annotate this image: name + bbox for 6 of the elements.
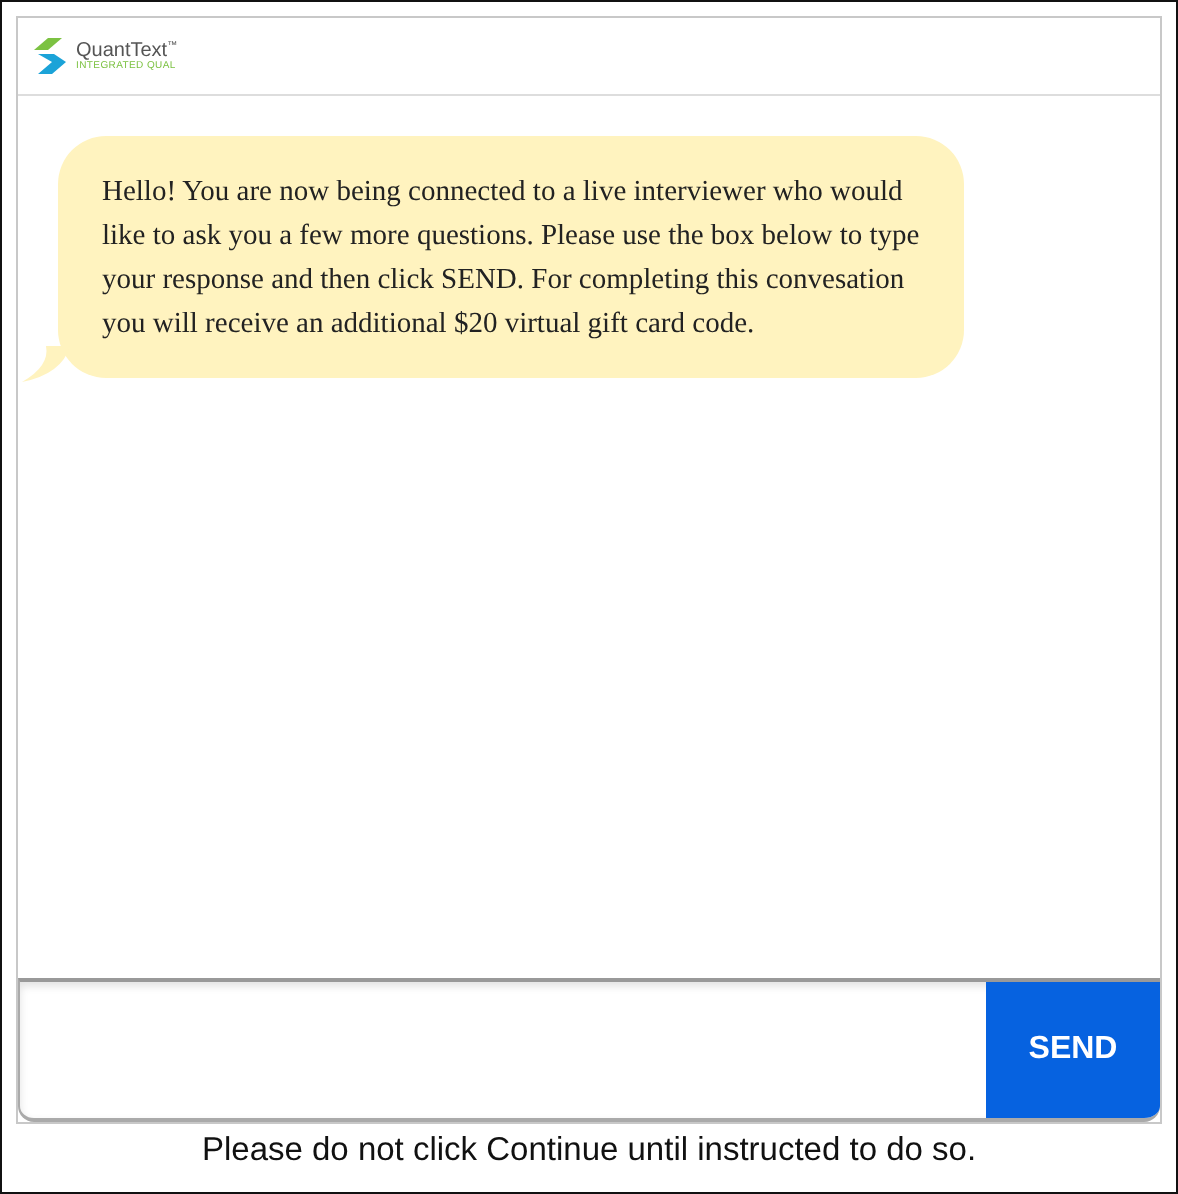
response-field[interactable]: SEND: [18, 978, 1160, 1122]
logo-icon: [30, 34, 70, 78]
instruction-text: Please do not click Continue until instructed to do so.: [199, 1130, 979, 1170]
send-button[interactable]: SEND: [986, 982, 1160, 1118]
bubble-tail: [22, 346, 70, 382]
chat-message: Hello! You are now being connected to a live interviewer who would like to ask you a few more questions. Please use the box below to type your response and then click SEND. For completing this convesation you will receive an additional $20 virtual gift card code.: [58, 136, 964, 378]
